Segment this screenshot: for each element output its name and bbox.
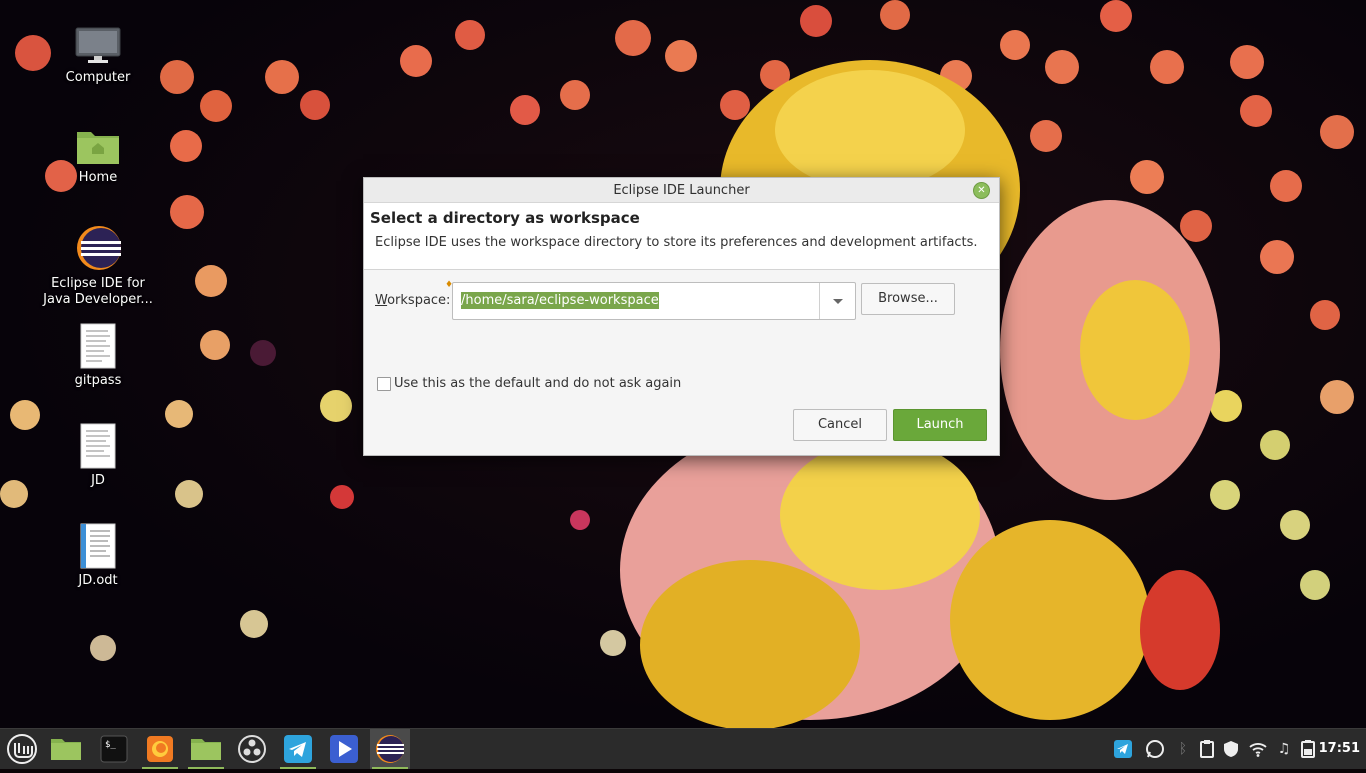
- workspace-combo[interactable]: /home/sara/eclipse-workspace: [452, 282, 856, 320]
- desktop-icon-jd-odt[interactable]: JD.odt: [40, 523, 156, 589]
- eclipse-icon: [376, 735, 404, 763]
- desktop-icon-home[interactable]: Home: [40, 126, 156, 186]
- shield-icon[interactable]: [1221, 739, 1241, 759]
- clipboard-icon[interactable]: [1197, 739, 1217, 759]
- mint-menu-icon: [7, 734, 37, 764]
- music-icon[interactable]: ♫: [1274, 739, 1294, 759]
- video-player-icon: [330, 735, 358, 763]
- desktop-icon-eclipse[interactable]: Eclipse IDE for Java Developer...: [40, 224, 156, 308]
- taskbar: $_ ᛒ ♫ 17:51: [0, 728, 1366, 769]
- mnemonic-letter: W: [375, 293, 388, 308]
- battery-icon[interactable]: [1298, 739, 1318, 759]
- taskbar-obs[interactable]: [232, 729, 272, 769]
- computer-icon: [75, 27, 121, 63]
- folder-icon: [191, 739, 221, 760]
- eclipse-icon: [77, 226, 121, 270]
- whatsapp-tray-icon[interactable]: [1145, 739, 1165, 759]
- desktop-icon-label: JD: [91, 473, 105, 488]
- bluetooth-icon[interactable]: ᛒ: [1173, 739, 1193, 759]
- wifi-icon[interactable]: [1248, 739, 1268, 759]
- dialog-title: Eclipse IDE Launcher: [613, 183, 750, 198]
- desktop-icon-label: Computer: [65, 70, 131, 85]
- chevron-down-icon: [833, 299, 843, 304]
- dialog-heading: Select a directory as workspace: [370, 209, 640, 227]
- telegram-icon: [284, 735, 312, 763]
- desktop-icon-label: gitpass: [74, 373, 122, 388]
- desktop-icon-label: JD.odt: [78, 573, 118, 588]
- workspace-path-selected: /home/sara/eclipse-workspace: [461, 292, 659, 309]
- taskbar-terminal[interactable]: $_: [94, 729, 134, 769]
- text-document-icon: [80, 423, 116, 469]
- cancel-button[interactable]: Cancel: [793, 409, 887, 441]
- desktop-icon-computer[interactable]: Computer: [40, 26, 156, 86]
- default-checkbox-label[interactable]: Use this as the default and do not ask a…: [394, 376, 681, 391]
- svg-text:$_: $_: [105, 740, 116, 750]
- terminal-icon: $_: [100, 735, 128, 763]
- firefox-icon: [147, 736, 173, 762]
- files-icon: [51, 739, 81, 760]
- dropdown-arrow-button[interactable]: [820, 283, 855, 319]
- taskbar-video-player[interactable]: [324, 729, 364, 769]
- eclipse-launcher-dialog: Eclipse IDE Launcher ✕ Select a director…: [363, 177, 1000, 456]
- dialog-titlebar[interactable]: Eclipse IDE Launcher ✕: [364, 178, 999, 203]
- dialog-description: Eclipse IDE uses the workspace directory…: [375, 235, 978, 250]
- workspace-label-text: orkspace:: [387, 293, 451, 308]
- launch-button[interactable]: Launch: [893, 409, 987, 441]
- taskbar-eclipse[interactable]: [370, 729, 410, 769]
- default-checkbox[interactable]: [377, 377, 391, 391]
- taskbar-folder[interactable]: [186, 729, 226, 769]
- desktop-icon-jd[interactable]: JD: [40, 423, 156, 489]
- taskbar-telegram[interactable]: [278, 729, 318, 769]
- taskbar-files[interactable]: [46, 729, 86, 769]
- odt-document-icon: [80, 523, 116, 569]
- desktop-icon-label: Home: [78, 170, 118, 185]
- text-document-icon: [80, 323, 116, 369]
- home-folder-icon: [77, 132, 119, 164]
- desktop-icon-label: Eclipse IDE for Java Developer...: [43, 276, 153, 307]
- desktop-icon-gitpass[interactable]: gitpass: [40, 323, 156, 389]
- telegram-tray-icon[interactable]: [1113, 739, 1133, 759]
- clock[interactable]: 17:51: [1319, 741, 1360, 756]
- obs-icon: [238, 735, 266, 763]
- mint-menu-button[interactable]: [2, 729, 42, 769]
- taskbar-firefox[interactable]: [140, 729, 180, 769]
- close-icon[interactable]: ✕: [973, 182, 990, 199]
- browse-button[interactable]: Browse...: [861, 283, 955, 315]
- workspace-label: Workspace:: [375, 293, 450, 308]
